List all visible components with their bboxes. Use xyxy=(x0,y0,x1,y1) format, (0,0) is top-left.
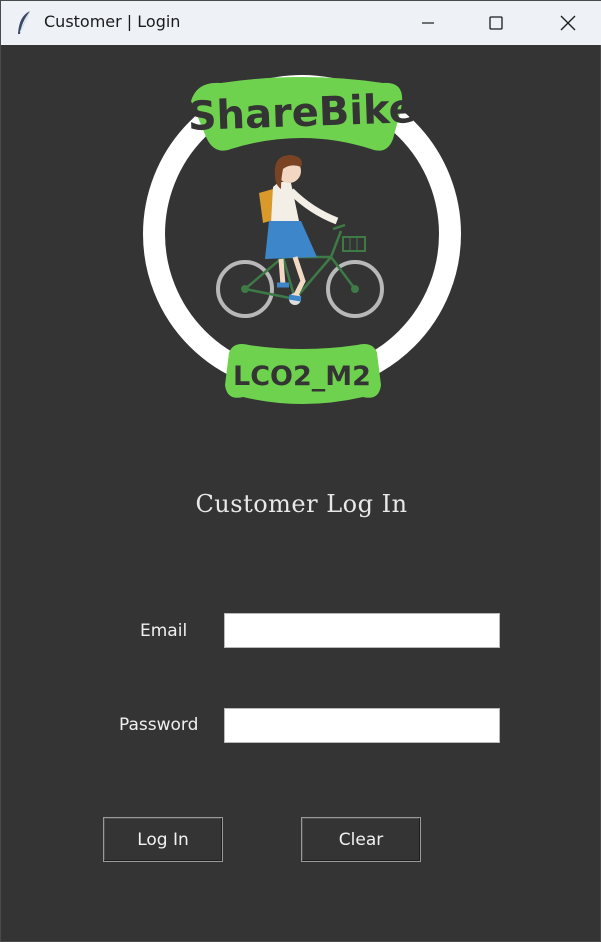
title-bar[interactable]: Customer | Login xyxy=(1,1,601,45)
maximize-button[interactable] xyxy=(462,1,530,45)
feather-icon xyxy=(18,10,31,34)
window-title: Customer | Login xyxy=(44,12,181,31)
password-field[interactable] xyxy=(224,708,500,743)
email-label: Email xyxy=(140,621,188,641)
minimize-icon xyxy=(422,22,434,24)
brand-name: ShareBike xyxy=(187,86,416,140)
password-label: Password xyxy=(119,715,199,735)
login-button[interactable]: Log In xyxy=(103,817,223,862)
close-button[interactable] xyxy=(534,1,601,45)
email-field[interactable] xyxy=(224,613,500,648)
logo-subtitle: LCO2_M2 xyxy=(233,361,371,392)
maximize-icon xyxy=(489,16,503,30)
login-window: Customer | Login ShareBike LCO2_M2 Custo… xyxy=(0,0,601,942)
sharebike-logo: ShareBike LCO2_M2 xyxy=(143,75,461,404)
close-icon xyxy=(560,15,576,31)
clear-button[interactable]: Clear xyxy=(301,817,421,862)
minimize-button[interactable] xyxy=(394,1,462,45)
form-heading: Customer Log In xyxy=(195,490,408,518)
